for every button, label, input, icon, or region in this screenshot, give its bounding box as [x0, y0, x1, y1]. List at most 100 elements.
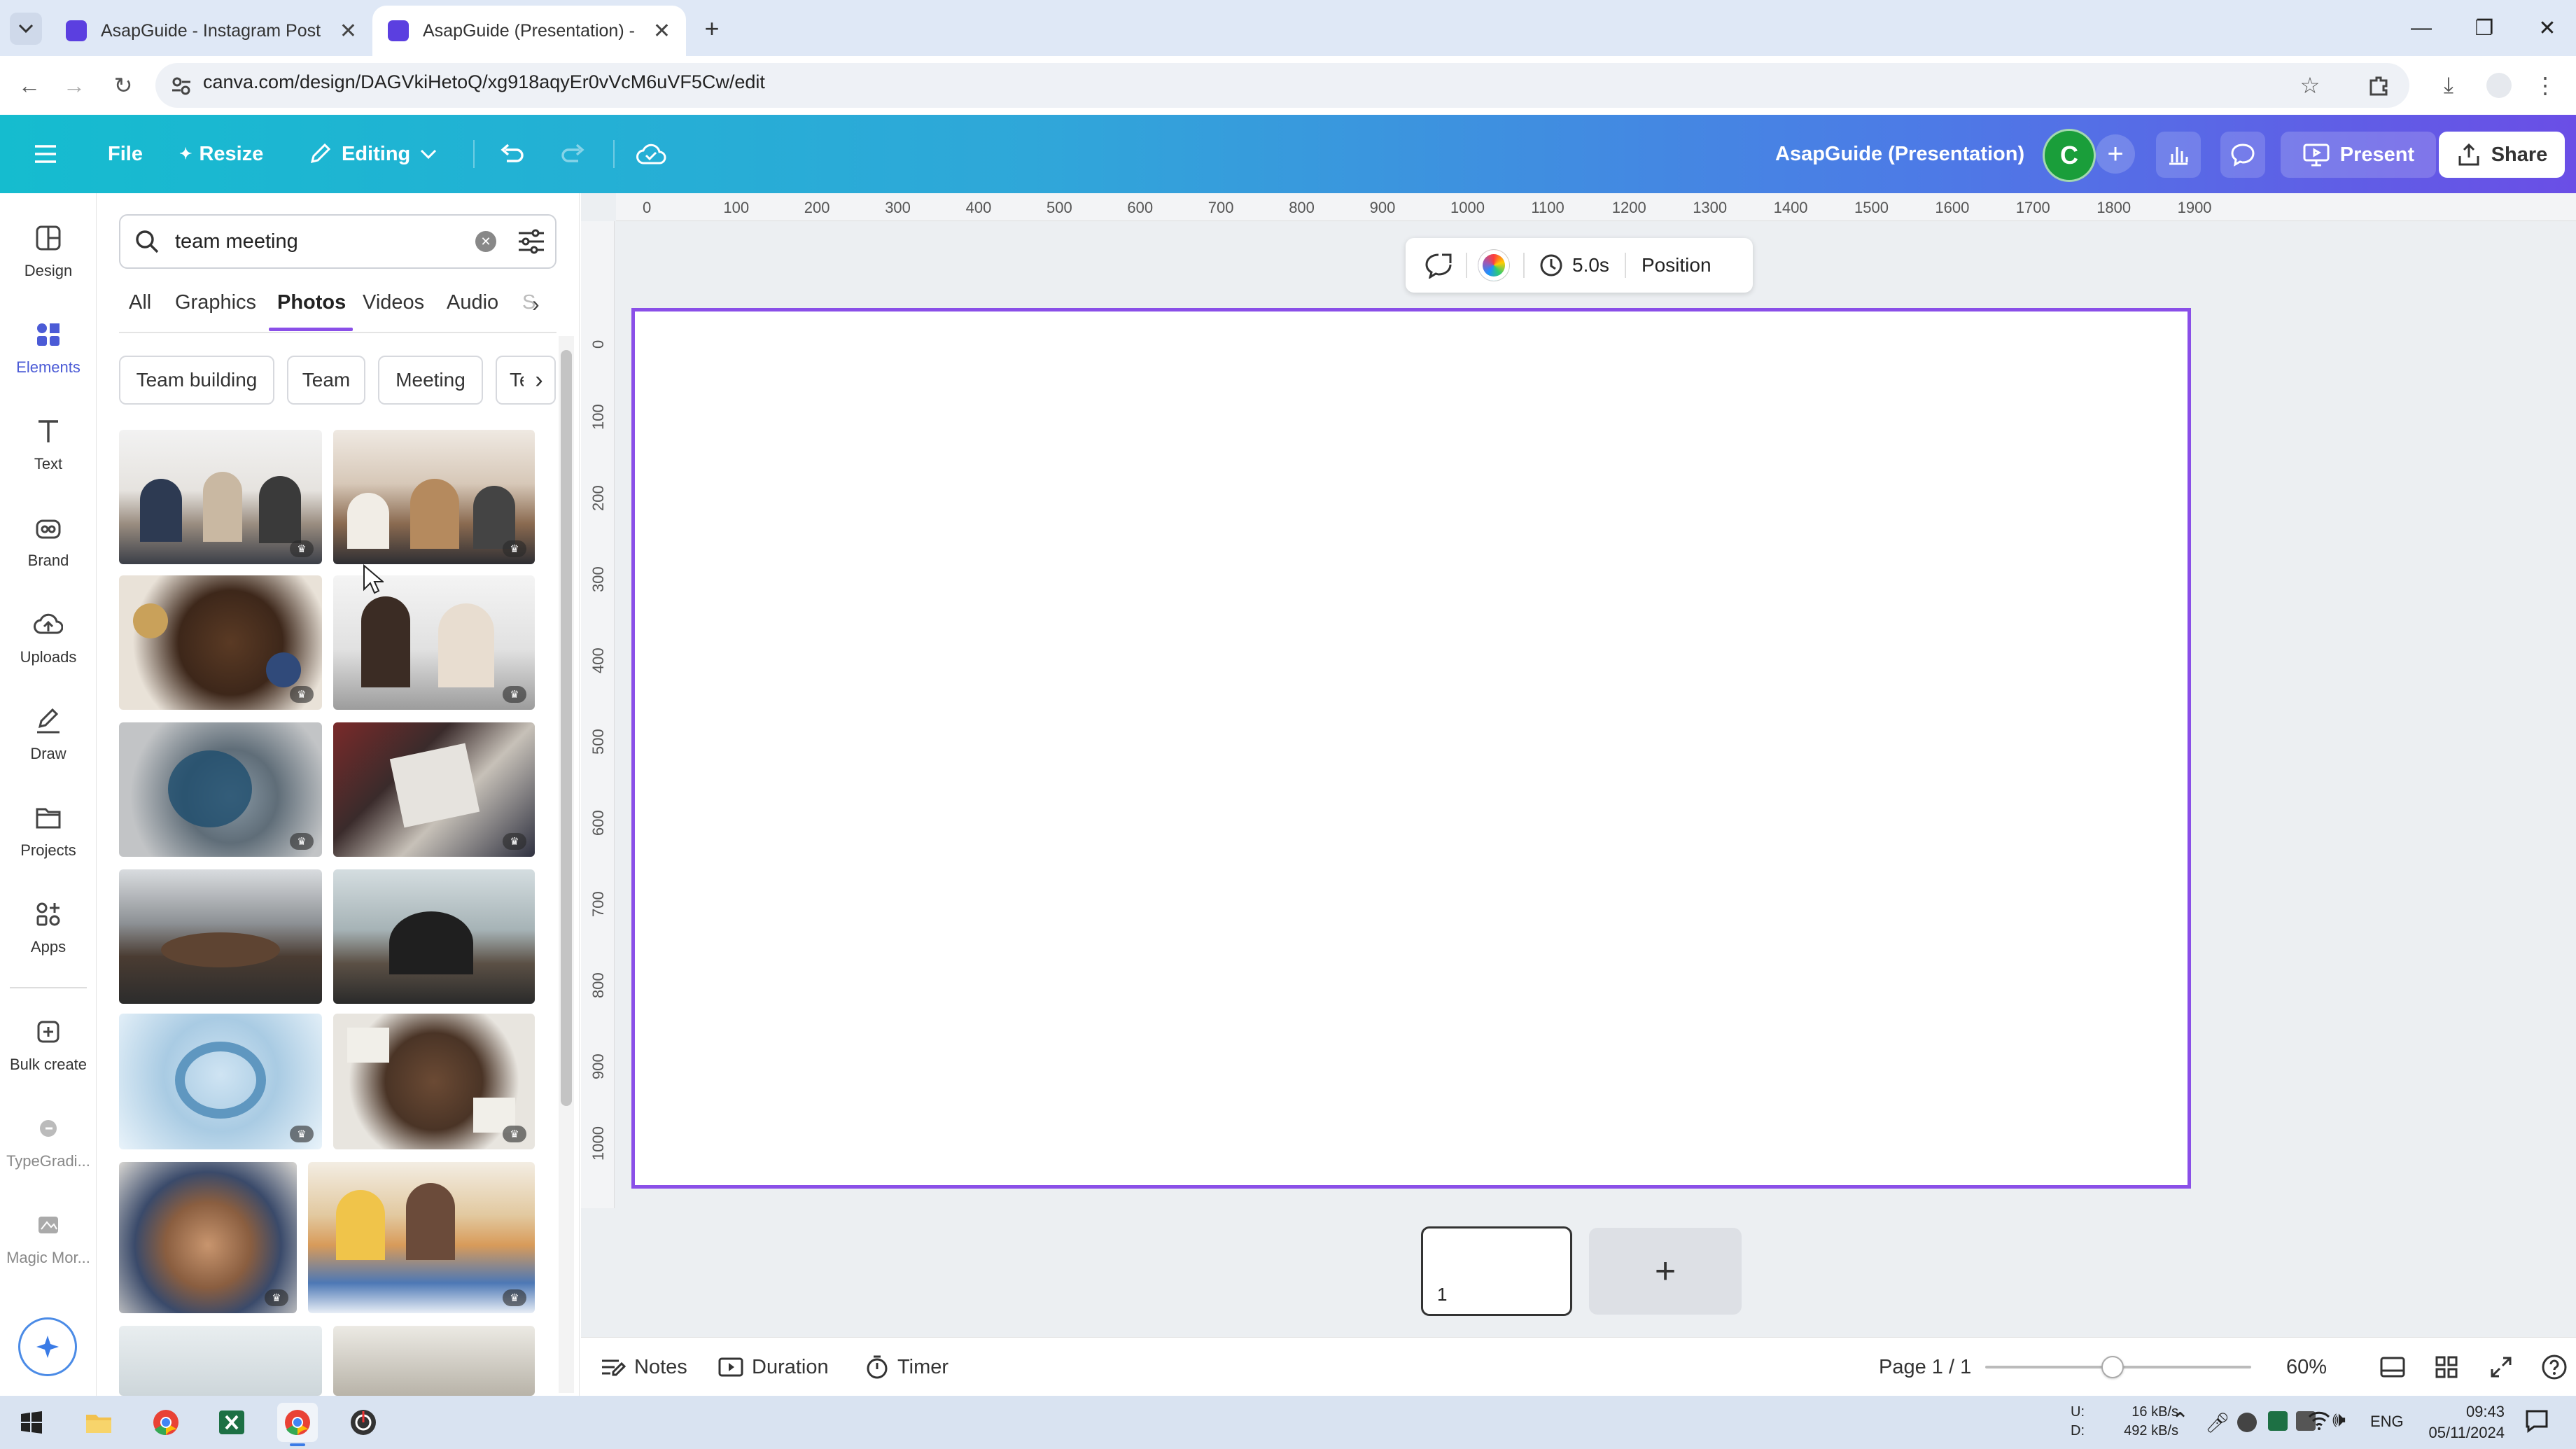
file-explorer-icon[interactable]	[78, 1403, 119, 1442]
redo-button[interactable]	[560, 115, 596, 193]
rail-item-magic-morph[interactable]: Magic Mor...	[0, 1196, 97, 1280]
help-icon[interactable]	[2541, 1338, 2576, 1396]
rail-item-text[interactable]: Text	[0, 402, 97, 486]
reload-icon[interactable]: ↻	[102, 56, 144, 115]
photo-result[interactable]: ♛	[119, 722, 322, 857]
photo-result[interactable]: ♛	[119, 430, 322, 564]
photo-result[interactable]: ♛	[119, 575, 322, 710]
tabs-scroll-right-icon[interactable]: ›	[532, 291, 540, 317]
browser-tab-active[interactable]: AsapGuide (Presentation) - Pre ✕	[372, 6, 686, 56]
tray-app-icon[interactable]	[2237, 1413, 2257, 1432]
tab-search-button[interactable]	[10, 13, 42, 45]
minimize-icon[interactable]: —	[2390, 0, 2453, 56]
tab-all[interactable]: All	[129, 291, 151, 314]
editing-mode-button[interactable]: Editing	[308, 115, 437, 193]
wifi-icon[interactable]	[2307, 1410, 2331, 1431]
page-view-icon[interactable]	[2380, 1338, 2414, 1396]
rail-item-projects[interactable]: Projects	[0, 788, 97, 872]
design-page[interactable]	[631, 308, 2191, 1189]
windows-start-icon[interactable]	[11, 1403, 52, 1442]
photo-result[interactable]: ♛	[308, 1162, 535, 1313]
zoom-slider-thumb[interactable]	[2101, 1356, 2124, 1378]
add-collaborator-button[interactable]: +	[2096, 134, 2135, 174]
site-info-icon[interactable]	[169, 74, 193, 98]
background-color-swatch[interactable]	[1478, 250, 1509, 281]
chip-team[interactable]: Team	[287, 356, 365, 405]
notes-button[interactable]: Notes	[601, 1338, 687, 1396]
page-indicator[interactable]: Page 1 / 1	[1879, 1338, 1971, 1396]
resize-button[interactable]: ✦ Resize	[179, 115, 263, 193]
chip-meeting[interactable]: Meeting	[378, 356, 483, 405]
magic-assistant-button[interactable]	[18, 1317, 77, 1376]
forward-icon[interactable]: →	[53, 56, 95, 115]
rail-item-elements[interactable]: Elements	[0, 305, 97, 389]
volume-icon[interactable]: 🕪︎	[2332, 1408, 2346, 1432]
undo-button[interactable]	[498, 115, 535, 193]
search-input[interactable]: team meeting ✕	[119, 214, 556, 269]
photo-result[interactable]: ♛	[333, 722, 535, 857]
main-menu-button[interactable]	[34, 115, 67, 193]
notifications-icon[interactable]	[2524, 1408, 2549, 1434]
new-tab-button[interactable]: +	[696, 13, 728, 45]
rail-item-brand[interactable]: Brand	[0, 498, 97, 582]
back-icon[interactable]: ←	[8, 56, 50, 115]
language-indicator[interactable]: ENG	[2370, 1413, 2404, 1431]
chip-team-building[interactable]: Team building	[119, 356, 274, 405]
photo-result[interactable]: ♛	[333, 1014, 535, 1149]
tab-graphics[interactable]: Graphics	[175, 291, 256, 314]
rail-item-bulk-create[interactable]: Bulk create	[0, 1002, 97, 1086]
clear-search-icon[interactable]: ✕	[475, 231, 496, 252]
design-title[interactable]: AsapGuide (Presentation)	[1775, 115, 2024, 193]
add-page-button[interactable]: +	[1589, 1228, 1742, 1315]
present-button[interactable]: Present	[2281, 132, 2436, 178]
user-avatar[interactable]: C	[2043, 129, 2096, 182]
recorder-app-icon[interactable]	[343, 1403, 384, 1442]
page-duration-button[interactable]: 5.0s	[1539, 253, 1609, 278]
file-menu-button[interactable]: File	[108, 115, 143, 193]
tray-excel-icon[interactable]	[2268, 1411, 2288, 1431]
chips-scroll-right-icon[interactable]: ›	[524, 363, 554, 398]
tab-photos[interactable]: Photos	[277, 291, 346, 314]
page-thumbnail[interactable]: 1	[1421, 1226, 1572, 1316]
extensions-icon[interactable]	[2358, 56, 2400, 115]
bookmark-star-icon[interactable]: ☆	[2289, 56, 2331, 115]
page-animate-icon[interactable]	[1422, 252, 1455, 279]
share-button[interactable]: Share	[2439, 132, 2565, 178]
filter-icon[interactable]	[517, 229, 545, 254]
chrome-active-icon[interactable]	[277, 1403, 318, 1446]
tab-audio[interactable]: Audio	[447, 291, 498, 314]
rail-item-typegradient[interactable]: TypeGradi...	[0, 1099, 97, 1183]
close-window-icon[interactable]: ✕	[2516, 0, 2576, 56]
rail-item-design[interactable]: Design	[0, 209, 97, 293]
photo-result[interactable]: ♛	[119, 1162, 297, 1313]
zoom-level[interactable]: 60%	[2286, 1338, 2327, 1396]
restore-icon[interactable]: ❐	[2453, 0, 2516, 56]
photo-result[interactable]: ♛	[333, 575, 535, 710]
photo-result[interactable]	[119, 869, 322, 1004]
save-status-button[interactable]	[636, 115, 676, 193]
insights-button[interactable]	[2156, 132, 2201, 178]
grid-view-icon[interactable]	[2435, 1338, 2467, 1396]
zoom-slider[interactable]	[1985, 1356, 2251, 1378]
rail-item-draw[interactable]: Draw	[0, 692, 97, 776]
close-tab-icon[interactable]: ✕	[340, 19, 357, 43]
browser-menu-icon[interactable]: ⋮	[2524, 56, 2566, 115]
photo-result[interactable]	[333, 869, 535, 1004]
photo-result[interactable]: ♛	[119, 1014, 322, 1149]
profile-avatar[interactable]	[2486, 73, 2512, 98]
excel-icon[interactable]	[211, 1403, 252, 1442]
duration-button[interactable]: Duration	[718, 1338, 829, 1396]
download-icon[interactable]: ⤓	[2428, 56, 2470, 115]
microphone-icon[interactable]: 🎤︎	[2205, 1411, 2230, 1434]
url-text[interactable]: canva.com/design/DAGVkiHetoQ/xg918aqyEr0…	[203, 71, 765, 93]
photo-result[interactable]	[333, 1326, 535, 1396]
tab-videos[interactable]: Videos	[363, 291, 424, 314]
timer-button[interactable]: Timer	[865, 1338, 948, 1396]
photo-result[interactable]: ♛	[333, 430, 535, 564]
chrome-icon[interactable]	[146, 1403, 186, 1442]
panel-scrollbar-thumb[interactable]	[561, 350, 572, 1106]
fullscreen-icon[interactable]	[2489, 1338, 2521, 1396]
tray-chevron-up-icon[interactable]: ⌃	[2171, 1408, 2189, 1433]
browser-tab[interactable]: AsapGuide - Instagram Post ✕	[50, 6, 372, 56]
photo-result[interactable]	[119, 1326, 322, 1396]
